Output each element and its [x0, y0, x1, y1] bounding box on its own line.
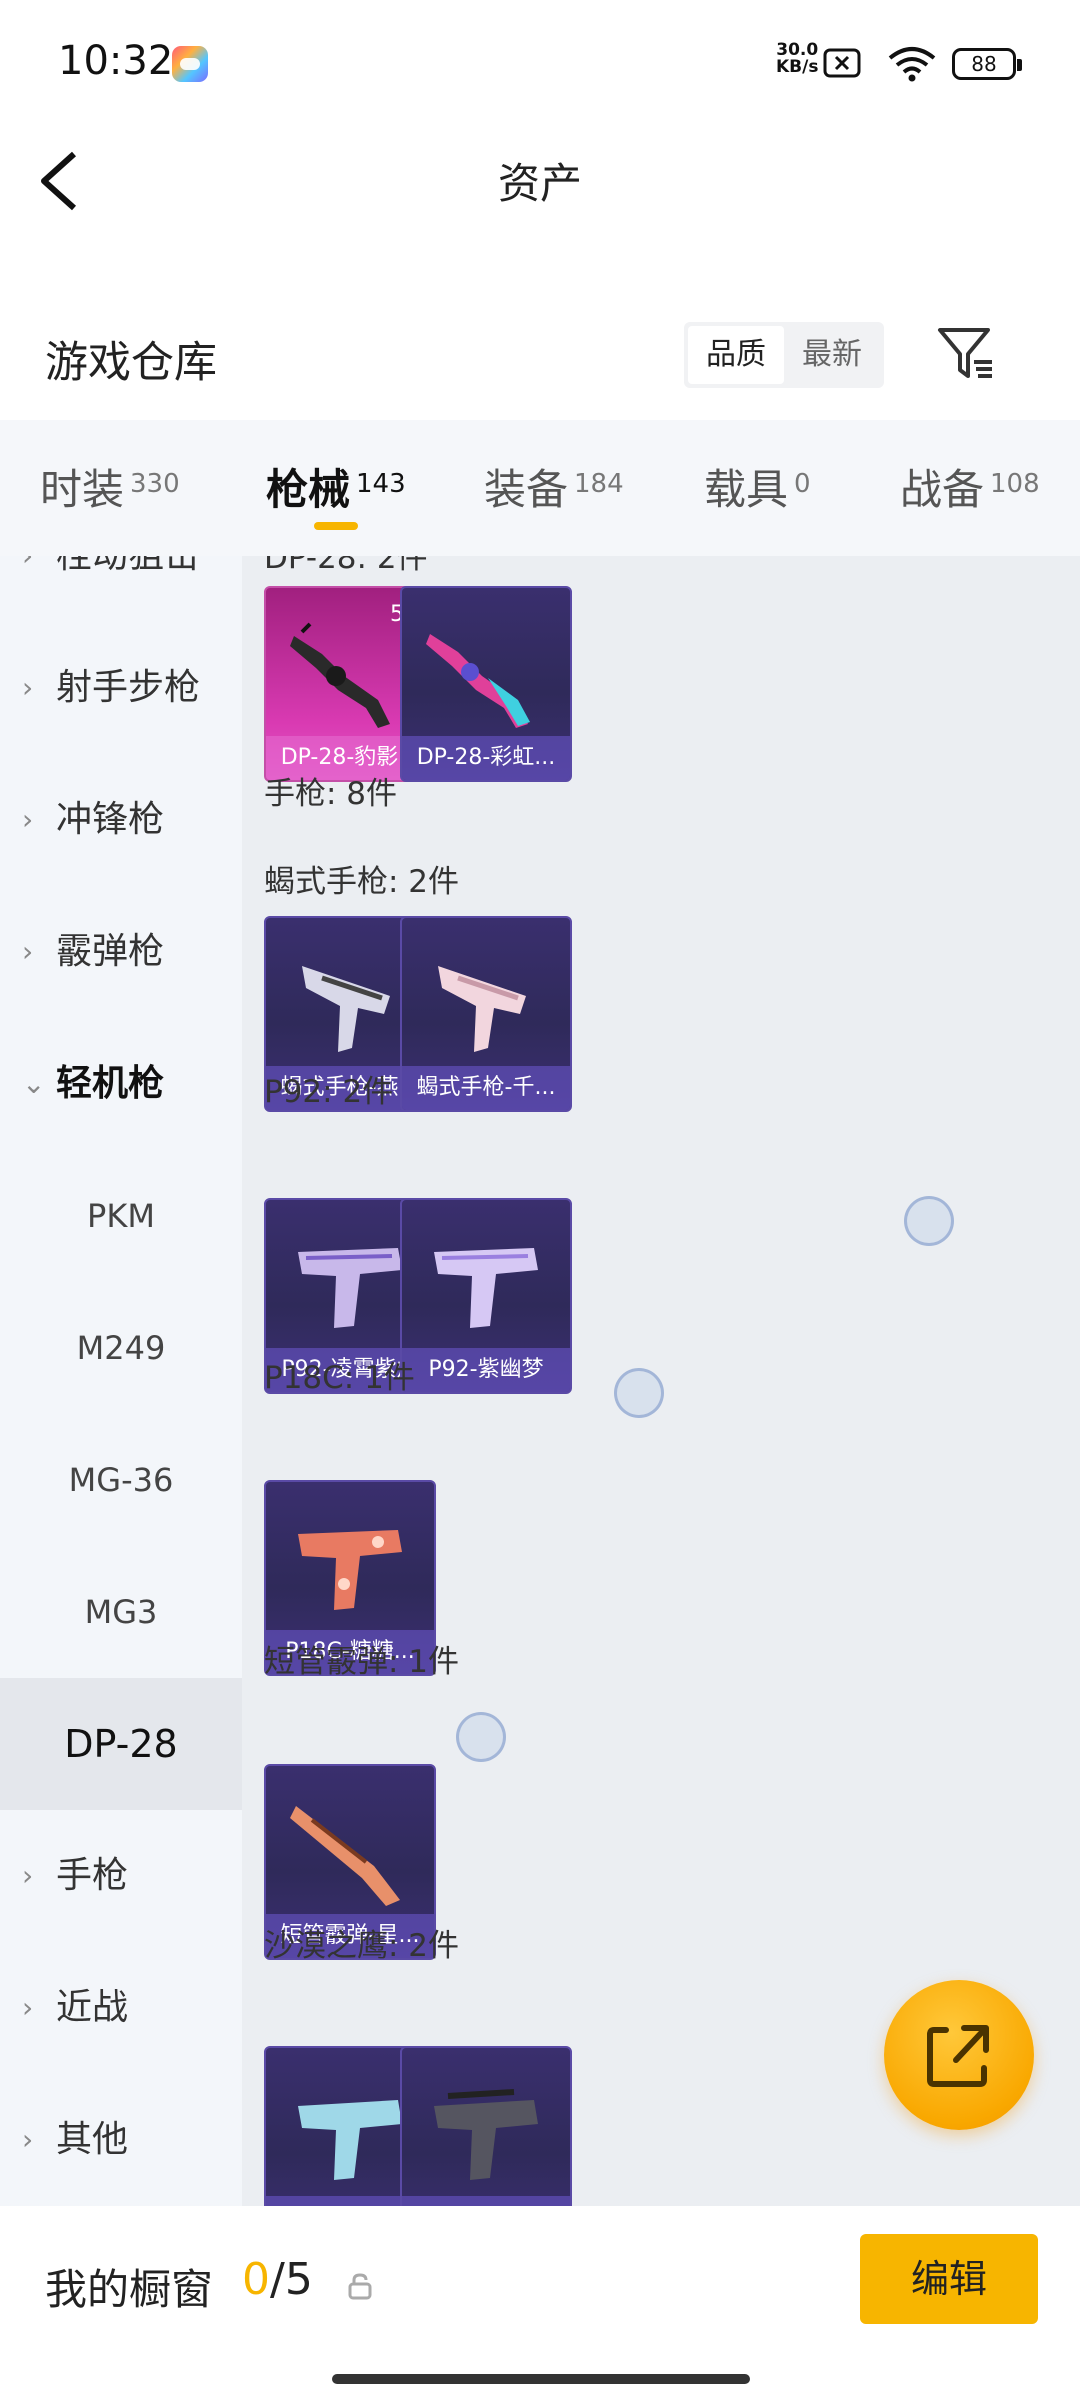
smg-icon	[438, 966, 526, 1052]
tab-firearms[interactable]: 枪械 143	[266, 456, 406, 516]
showcase-total: /5	[270, 2254, 313, 2305]
sidebar-item-label: 霰弹枪	[56, 931, 165, 972]
section-title: 游戏仓库	[45, 338, 217, 388]
tab-vehicles[interactable]: 载具 0	[704, 456, 811, 516]
pistol-icon	[434, 2089, 538, 2180]
tab-combat-gear[interactable]: 战备 108	[900, 456, 1040, 516]
group-label-sawed-off: 短管霰弹: 1件	[264, 1644, 460, 1680]
tab-count: 143	[356, 469, 406, 499]
active-tab-indicator	[314, 522, 358, 530]
tab-equipment[interactable]: 装备 184	[484, 456, 624, 516]
sidebar-subitem-dp28[interactable]: DP-28	[0, 1678, 242, 1810]
tab-label: 载具	[704, 465, 789, 514]
group-label-p18c: P18C: 1件	[264, 1360, 415, 1396]
edit-button[interactable]: 编辑	[860, 2234, 1038, 2324]
pistol-icon	[298, 1530, 402, 1610]
chevron-right-icon: ›	[22, 935, 34, 968]
pistol-icon	[434, 1248, 538, 1328]
sidebar-item-other[interactable]: › 其他	[0, 2074, 242, 2206]
skin-name: 蝎式手枪-千...	[402, 1066, 570, 1110]
sidebar-item-pistol[interactable]: › 手枪	[0, 1810, 242, 1942]
wifi-icon	[888, 47, 936, 82]
tab-count: 184	[574, 469, 624, 499]
sidebar-item-marksman-rifle[interactable]: › 射手步枪	[0, 622, 242, 754]
network-speed-unit: KB/s	[776, 57, 819, 77]
network-speed: 30.0 KB/s	[776, 42, 818, 76]
sort-quality-button[interactable]: 品质	[688, 326, 784, 384]
sidebar-item-label: 近战	[56, 1987, 129, 2028]
skin-card[interactable]: DP-28-彩虹...	[400, 586, 572, 782]
page-title: 资产	[497, 159, 582, 208]
tab-count: 330	[130, 469, 180, 499]
tab-count: 108	[990, 469, 1040, 499]
group-label-pistols: 手枪: 8件	[264, 776, 398, 812]
group-label-desert-eagle: 沙漠之鹰: 2件	[264, 1928, 460, 1964]
sidebar-item-label: 射手步枪	[56, 667, 201, 708]
showcase-count: 0/5	[242, 2254, 313, 2305]
sidebar-item-label: 冲锋枪	[56, 799, 165, 840]
sidebar-item-label: 手枪	[56, 1855, 129, 1896]
skin-card[interactable]: P92-紫幽梦	[400, 1198, 572, 1394]
group-label-p92: P92: 2件	[264, 1074, 394, 1110]
chevron-right-icon: ›	[22, 556, 33, 622]
skin-name: P92-紫幽梦	[402, 1348, 570, 1392]
chevron-right-icon: ›	[22, 803, 34, 836]
status-bar: 10:32 30.0 KB/s 88	[0, 0, 1080, 130]
tab-label: 战备	[900, 465, 985, 514]
tab-label: 装备	[484, 465, 569, 514]
sidebar-item-label: 轻机枪	[56, 1063, 165, 1104]
sidebar-subitem-m249[interactable]: M249	[0, 1282, 242, 1414]
showcase-bar: 我的橱窗 0/5 编辑	[0, 2206, 1080, 2400]
sidebar-item-bolt-sniper[interactable]: › 栓动狙击	[0, 556, 242, 622]
sidebar-subitem-mg3[interactable]: MG3	[0, 1546, 242, 1678]
no-sim-icon	[823, 48, 861, 78]
sidebar-item-label: 栓动狙击	[56, 556, 200, 622]
sidebar-item-smg[interactable]: › 冲锋枪	[0, 754, 242, 886]
showcase-current-count: 0	[242, 2254, 270, 2305]
skin-card[interactable]: 蝎式手枪-千...	[400, 916, 572, 1112]
skin-name: DP-28-彩虹...	[402, 736, 570, 780]
group-label-scorpion: 蝎式手枪: 2件	[264, 864, 460, 900]
sidebar-item-melee[interactable]: › 近战	[0, 1942, 242, 2074]
sort-newest-button[interactable]: 最新	[784, 326, 880, 384]
touch-indicator	[456, 1712, 506, 1762]
showcase-label: 我的橱窗	[45, 2265, 214, 2314]
sidebar-subitem-pkm[interactable]: PKM	[0, 1150, 242, 1282]
skin-card[interactable]	[400, 2046, 572, 2206]
lock-icon	[348, 2273, 372, 2300]
tab-fashion[interactable]: 时装 330	[40, 456, 180, 516]
home-indicator[interactable]	[332, 2374, 750, 2384]
chevron-right-icon: ›	[22, 1991, 34, 2024]
touch-indicator	[614, 1368, 664, 1418]
chevron-right-icon: ›	[22, 671, 34, 704]
sort-toggle: 品质 最新	[684, 322, 884, 388]
lmg-icon	[426, 634, 530, 728]
game-app-icon	[172, 46, 208, 82]
skin-name	[402, 2196, 570, 2206]
share-fab[interactable]	[884, 1980, 1034, 2130]
group-label-dp28: DP-28: 2件	[264, 556, 428, 576]
chevron-down-icon: ⌄	[22, 1067, 46, 1100]
status-time: 10:32	[58, 38, 174, 84]
sidebar-item-shotgun[interactable]: › 霰弹枪	[0, 886, 242, 1018]
chevron-right-icon: ›	[22, 1859, 34, 1892]
category-tabs: 时装 330 枪械 143 装备 184 载具 0 战备 108	[0, 420, 1080, 556]
touch-indicator	[904, 1196, 954, 1246]
battery-indicator: 88	[952, 48, 1022, 80]
sidebar-subitem-mg36[interactable]: MG-36	[0, 1414, 242, 1546]
tab-label: 时装	[40, 465, 125, 514]
tab-label: 枪械	[266, 465, 351, 514]
sidebar-item-label: 其他	[56, 2119, 129, 2160]
sidebar-item-lmg[interactable]: ⌄ 轻机枪	[0, 1018, 242, 1150]
tab-count: 0	[794, 469, 811, 499]
chevron-right-icon: ›	[22, 2123, 34, 2156]
shotgun-icon	[290, 1806, 400, 1906]
share-icon	[927, 2025, 989, 2087]
weapon-skin-grid: DP-28: 2件 5级 DP-28-豹影... DP-28-彩虹... 手枪:…	[242, 556, 1080, 2206]
filter-icon[interactable]	[936, 324, 996, 384]
weapon-category-sidebar: › 栓动狙击 › 射手步枪 › 冲锋枪 › 霰弹枪 ⌄ 轻机枪 PKM M249…	[0, 556, 242, 2206]
